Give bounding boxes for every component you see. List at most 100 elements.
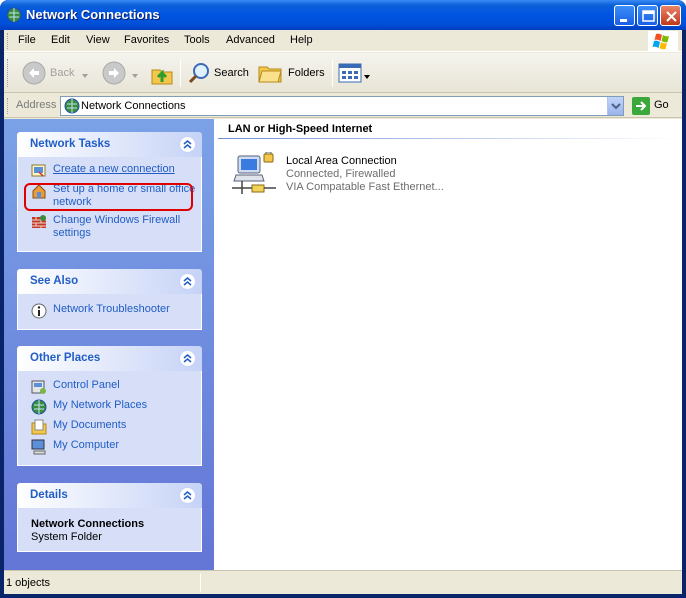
go-button[interactable]: Go <box>630 97 680 115</box>
network-tasks-panel: Network Tasks Create a new connection Se… <box>17 132 202 252</box>
views-dropdown-icon[interactable] <box>364 70 370 82</box>
details-body: Network Connections System Folder <box>17 508 202 552</box>
window-title: Network Connections <box>26 7 160 22</box>
back-dropdown-icon[interactable] <box>82 69 88 81</box>
details-type: System Folder <box>31 531 102 543</box>
new-connection-icon <box>31 163 47 179</box>
documents-icon <box>31 419 47 435</box>
title-bar[interactable]: Network Connections <box>0 0 686 30</box>
task-network-troubleshooter[interactable]: Network Troubleshooter <box>31 303 201 323</box>
task-pane: Network Tasks Create a new connection Se… <box>4 119 214 570</box>
place-my-computer[interactable]: My Computer <box>31 439 201 459</box>
network-places-icon <box>31 399 47 415</box>
other-places-body: Control Panel My Network Places My Docum… <box>17 371 202 466</box>
search-button[interactable]: Search <box>184 59 254 87</box>
menu-bar: File Edit View Favorites Tools Advanced … <box>4 30 682 52</box>
forward-arrow-icon <box>102 61 126 88</box>
back-label: Back <box>50 67 75 79</box>
see-also-title: See Also <box>30 275 79 287</box>
task-firewall-settings[interactable]: Change Windows Firewall settings <box>31 214 201 245</box>
folders-button[interactable]: Folders <box>256 59 328 87</box>
folders-label: Folders <box>288 67 325 79</box>
group-divider <box>218 138 678 139</box>
computer-icon <box>31 439 47 455</box>
network-tasks-title: Network Tasks <box>30 138 111 150</box>
toolbar-separator <box>332 59 333 87</box>
address-grip[interactable] <box>7 98 10 114</box>
connection-status: Connected, Firewalled <box>286 168 396 180</box>
task-create-connection[interactable]: Create a new connection <box>31 163 201 183</box>
views-button[interactable] <box>336 59 372 87</box>
up-folder-button[interactable] <box>148 59 176 87</box>
network-tasks-body: Create a new connection Set up a home or… <box>17 157 202 252</box>
up-folder-icon <box>150 62 174 89</box>
task-label: My Network Places <box>53 399 148 411</box>
windows-logo-icon <box>648 31 678 51</box>
task-label: Control Panel <box>53 379 120 391</box>
see-also-header[interactable]: See Also <box>17 269 202 294</box>
connection-device: VIA Compatable Fast Ethernet... <box>286 181 444 193</box>
maximize-button[interactable] <box>637 5 658 26</box>
menu-advanced[interactable]: Advanced <box>226 34 275 46</box>
toolbar-grip[interactable] <box>7 59 10 87</box>
info-icon <box>31 303 47 319</box>
menu-file[interactable]: File <box>18 34 36 46</box>
minimize-button[interactable] <box>614 5 635 26</box>
search-icon <box>188 61 212 88</box>
forward-dropdown-icon[interactable] <box>132 69 138 81</box>
menu-grip[interactable] <box>7 33 10 49</box>
task-label: Change Windows Firewall settings <box>53 214 181 239</box>
group-header: LAN or High-Speed Internet <box>228 123 373 135</box>
firewall-icon <box>31 214 47 230</box>
address-location-icon <box>64 98 80 117</box>
other-places-panel: Other Places Control Panel My Network Pl… <box>17 346 202 466</box>
network-connections-icon <box>6 7 22 23</box>
place-my-documents[interactable]: My Documents <box>31 419 201 439</box>
see-also-panel: See Also Network Troubleshooter <box>17 269 202 330</box>
window-client: File Edit View Favorites Tools Advanced … <box>4 30 682 594</box>
menu-tools[interactable]: Tools <box>184 34 210 46</box>
status-separator <box>200 574 201 592</box>
details-name: Network Connections <box>31 518 145 530</box>
place-control-panel[interactable]: Control Panel <box>31 379 201 399</box>
toolbar-separator <box>180 59 181 87</box>
back-arrow-icon <box>22 61 46 88</box>
details-header[interactable]: Details <box>17 483 202 508</box>
network-tasks-header[interactable]: Network Tasks <box>17 132 202 157</box>
explorer-window: Network Connections File Edit View Favor… <box>0 0 686 598</box>
close-button[interactable] <box>660 5 681 26</box>
standard-toolbar: Back Search Folders <box>4 53 682 93</box>
status-text: 1 objects <box>6 577 51 589</box>
address-dropdown-button[interactable] <box>607 97 623 115</box>
menu-edit[interactable]: Edit <box>51 34 70 46</box>
address-field[interactable]: Network Connections <box>60 96 624 116</box>
status-bar: 1 objects <box>4 570 682 594</box>
collapse-chevron-icon[interactable] <box>179 136 196 153</box>
details-panel: Details Network Connections System Folde… <box>17 483 202 552</box>
collapse-chevron-icon[interactable] <box>179 273 196 290</box>
back-button[interactable]: Back <box>18 59 88 87</box>
search-label: Search <box>214 67 249 79</box>
connection-name: Local Area Connection <box>286 155 397 167</box>
address-bar: Address Network Connections Go <box>4 94 682 118</box>
collapse-chevron-icon[interactable] <box>179 487 196 504</box>
forward-button[interactable] <box>98 59 148 87</box>
see-also-body: Network Troubleshooter <box>17 294 202 330</box>
task-label: My Computer <box>53 439 120 451</box>
address-value: Network Connections <box>81 100 186 112</box>
control-panel-icon <box>31 379 47 395</box>
folder-content[interactable]: LAN or High-Speed Internet Local Area Co… <box>214 119 682 570</box>
views-icon <box>338 62 362 87</box>
task-label: My Documents <box>53 419 127 431</box>
local-area-connection-item[interactable]: Local Area Connection Connected, Firewal… <box>228 151 488 202</box>
place-my-network-places[interactable]: My Network Places <box>31 399 201 419</box>
other-places-title: Other Places <box>30 352 101 364</box>
menu-help[interactable]: Help <box>290 34 313 46</box>
collapse-chevron-icon[interactable] <box>179 350 196 367</box>
other-places-header[interactable]: Other Places <box>17 346 202 371</box>
menu-view[interactable]: View <box>86 34 110 46</box>
address-label: Address <box>16 99 57 111</box>
details-title: Details <box>30 489 68 501</box>
menu-favorites[interactable]: Favorites <box>124 34 169 46</box>
task-label: Create a new connection <box>53 163 175 175</box>
